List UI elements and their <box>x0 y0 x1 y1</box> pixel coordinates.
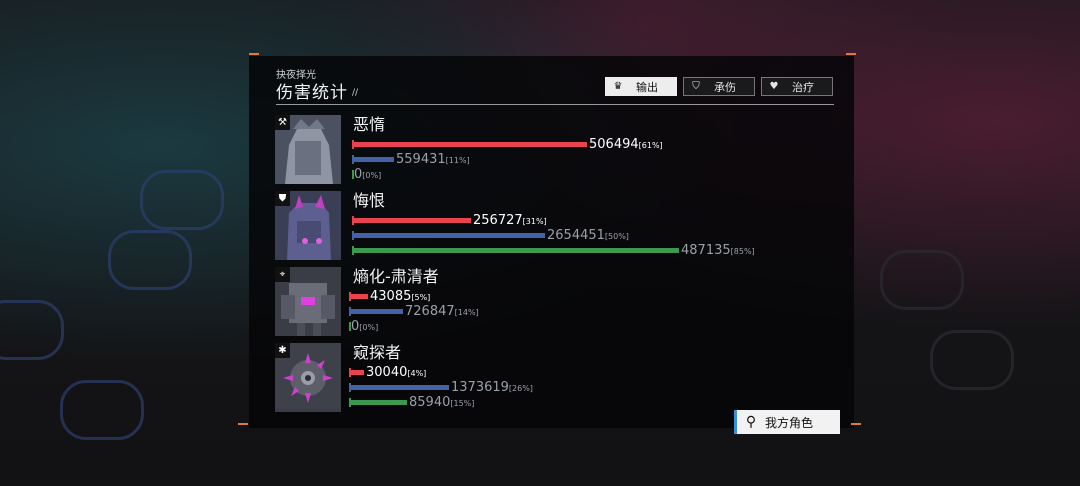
bar-start-marker <box>352 216 354 225</box>
stat-percent: [14%] <box>454 308 479 317</box>
stat-percent: [50%] <box>604 232 629 241</box>
tab-label: 输出 <box>636 80 658 94</box>
taken-bar <box>349 309 403 314</box>
hex-tile <box>108 230 192 290</box>
my-characters-label: 我方角色 <box>765 415 814 430</box>
stat-percent: [85%] <box>730 247 755 256</box>
bar-start-marker <box>352 231 354 240</box>
bar-start-marker <box>352 140 354 149</box>
output-bar <box>352 218 471 223</box>
stat-number: 256727 <box>473 213 523 228</box>
tab-label: 承伤 <box>714 80 736 94</box>
stat-number: 85940 <box>409 395 451 410</box>
character-row[interactable]: ⌖ 熵化-肃清者 <box>269 267 759 339</box>
bar-start-marker <box>352 155 354 164</box>
output-value: 506494[61%] <box>589 137 663 152</box>
stat-number: 2654451 <box>547 228 605 243</box>
character-portrait: ⛊ <box>275 191 341 260</box>
hex-tile <box>0 300 64 360</box>
taken-value: 559431[11%] <box>396 152 470 167</box>
hammer-icon: ⚒ <box>275 115 290 130</box>
stat-percent: [11%] <box>445 156 470 165</box>
stat-percent: [31%] <box>522 217 547 226</box>
stat-number: 1373619 <box>451 380 509 395</box>
hex-tile <box>930 330 1014 390</box>
stat-percent: [26%] <box>508 384 533 393</box>
stat-number: 506494 <box>589 137 639 152</box>
stat-number: 726847 <box>405 304 455 319</box>
heart-hand-icon: ♥ <box>769 81 779 92</box>
panel-corner <box>851 423 861 435</box>
output-bar <box>349 370 364 375</box>
tab-healing[interactable]: ♥ 治疗 <box>761 77 833 96</box>
snowflake-icon: ✱ <box>275 343 290 358</box>
person-switch-icon: ⚲ <box>745 414 757 430</box>
stat-percent: [5%] <box>411 293 431 302</box>
panel-corner <box>249 53 259 65</box>
character-name: 熵化-肃清者 <box>353 267 439 286</box>
bar-start-marker <box>349 383 351 392</box>
tab-output[interactable]: ♛ 输出 <box>605 77 677 96</box>
character-portrait: ⌖ <box>275 267 341 336</box>
output-bar <box>352 142 587 147</box>
hex-tile <box>60 380 144 440</box>
stat-percent: [0%] <box>362 171 382 180</box>
taken-bar <box>352 157 394 162</box>
output-value: 256727[31%] <box>473 213 547 228</box>
character-row[interactable]: ✱ 窥探者 <box>269 343 759 415</box>
stat-percent: [4%] <box>407 369 427 378</box>
panel-corner <box>846 53 856 65</box>
stat-number: 559431 <box>396 152 446 167</box>
bar-start-marker <box>349 307 351 316</box>
header-divider <box>276 104 834 105</box>
taken-value: 1373619[26%] <box>451 380 533 395</box>
hex-tile <box>880 250 964 310</box>
tab-label: 治疗 <box>792 80 814 94</box>
character-name: 恶惰 <box>353 115 386 134</box>
bar-start-marker <box>349 292 351 301</box>
my-characters-button[interactable]: ⚲ 我方角色 <box>734 410 840 434</box>
healing-value: 0[0%] <box>354 167 381 182</box>
healing-bar <box>349 400 407 405</box>
bar-start-marker <box>352 246 354 255</box>
shield-icon: ⛉ <box>692 81 700 92</box>
crosshair-icon: ⌖ <box>275 267 290 282</box>
bar-start-marker <box>349 368 351 377</box>
stat-percent: [0%] <box>359 323 379 332</box>
panel-title: 伤害统计 <box>276 83 348 103</box>
output-bar <box>349 294 368 299</box>
output-value: 43085[5%] <box>370 289 430 304</box>
stat-number: 30040 <box>366 365 408 380</box>
healing-bar <box>352 248 679 253</box>
title-decoration: // <box>352 88 359 98</box>
stat-percent: [15%] <box>450 399 475 408</box>
character-portrait: ⚒ <box>275 115 341 184</box>
healing-value: 85940[15%] <box>409 395 474 410</box>
taken-value: 726847[14%] <box>405 304 479 319</box>
taken-bar <box>349 385 449 390</box>
bar-start-marker <box>349 398 351 407</box>
healing-value: 487135[85%] <box>681 243 755 258</box>
taken-value: 2654451[50%] <box>547 228 629 243</box>
tab-damage-taken[interactable]: ⛉ 承伤 <box>683 77 755 96</box>
character-name: 窥探者 <box>353 343 402 362</box>
healing-value: 0[0%] <box>351 319 378 334</box>
hex-tile <box>140 170 224 230</box>
taken-bar <box>352 233 545 238</box>
panel-corner <box>238 423 248 435</box>
stat-percent: [61%] <box>638 141 663 150</box>
character-name: 悔恨 <box>353 191 386 210</box>
character-row[interactable]: ⚒ 恶惰 <box>269 115 759 187</box>
stat-number: 43085 <box>370 289 412 304</box>
stat-number: 487135 <box>681 243 731 258</box>
character-portrait: ✱ <box>275 343 341 412</box>
crown-icon: ♛ <box>613 81 623 92</box>
shield-badge-icon: ⛊ <box>275 191 290 206</box>
output-value: 30040[4%] <box>366 365 426 380</box>
